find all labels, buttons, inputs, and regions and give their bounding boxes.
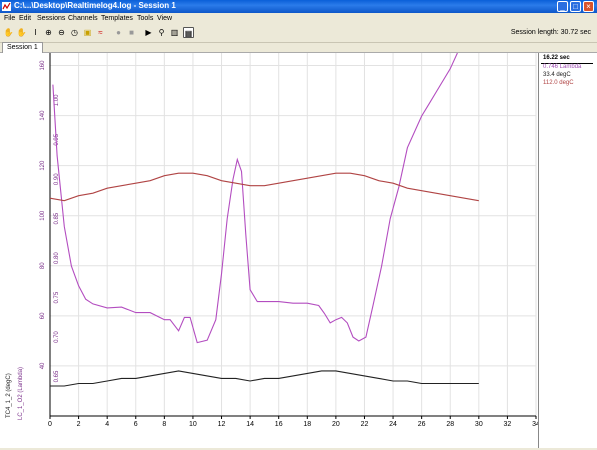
menu-bar: File Edit Sessions Channels Templates To…	[0, 13, 597, 24]
title-bar: C:\...\Desktop\Realtimelog4.log - Sessio…	[0, 0, 597, 13]
channel-label-lambda: LC_1_O2 (Lambda)	[18, 367, 24, 420]
note-icon[interactable]: ▣	[82, 27, 93, 38]
binoculars-icon[interactable]: ⚲	[156, 27, 167, 38]
stop-icon: ■	[129, 28, 134, 37]
hand-icon[interactable]: ✋	[3, 27, 14, 38]
x-tick-label: 4	[105, 421, 109, 428]
maximize-button[interactable]: □	[570, 1, 581, 12]
channel-label-temp: TC4_1_2 (degC)	[6, 373, 12, 418]
window-title: C:\...\Desktop\Realtimelog4.log - Sessio…	[14, 1, 176, 10]
bar-chart-icon[interactable]: ▥	[169, 27, 180, 38]
x-tick-label: 32	[504, 421, 512, 428]
x-tick-label: 14	[246, 421, 254, 428]
x-tick-label: 8	[162, 421, 166, 428]
toolbar: ✋ ✋ I ⊕ ⊖ ◷ ▣ ≈ ● ■ ▶ ⚲ ▥ ▦ Session leng…	[0, 24, 597, 43]
clock-icon[interactable]: ◷	[69, 27, 80, 38]
close-button[interactable]: ×	[583, 1, 594, 12]
right-tick-label: 0.80	[54, 252, 60, 264]
legend-time: 16.22 sec	[543, 55, 570, 61]
x-tick-label: 26	[418, 421, 426, 428]
menu-edit[interactable]: Edit	[19, 15, 31, 22]
zoom-in-icon[interactable]: ⊕	[43, 27, 54, 38]
right-tick-label: 1.00	[54, 94, 60, 106]
series-line-3	[50, 370, 479, 387]
grid-icon[interactable]: ▦	[183, 27, 194, 38]
value-legend: 16.22 sec 0.746 Lambda 33.4 degC 112.0 d…	[538, 53, 597, 448]
left-tick-label: 60	[40, 312, 46, 319]
x-tick-label: 30	[475, 421, 483, 428]
left-tick-label: 40	[40, 362, 46, 369]
session-tabs: Session 1	[0, 42, 597, 53]
legend-value-2: 33.4 degC	[543, 72, 571, 78]
record-icon: ●	[116, 28, 121, 37]
x-tick-label: 0	[48, 421, 52, 428]
cursor-icon[interactable]: I	[30, 27, 41, 38]
tab-session-1[interactable]: Session 1	[2, 42, 43, 53]
menu-channels[interactable]: Channels	[68, 15, 98, 22]
zoom-out-icon[interactable]: ⊖	[56, 27, 67, 38]
right-tick-label: 0.75	[54, 291, 60, 303]
left-tick-label: 80	[40, 262, 46, 269]
left-tick-label: 100	[40, 210, 46, 221]
right-tick-label: 0.95	[54, 133, 60, 145]
session-length: Session length: 30.72 sec	[510, 29, 591, 36]
series-line-2	[49, 172, 479, 202]
left-tick-label: 160	[40, 60, 46, 71]
menu-sessions[interactable]: Sessions	[37, 15, 65, 22]
menu-tools[interactable]: Tools	[137, 15, 153, 22]
x-tick-label: 16	[275, 421, 283, 428]
x-tick-label: 18	[303, 421, 311, 428]
legend-value-3: 112.0 degC	[543, 80, 574, 86]
menu-file[interactable]: File	[4, 15, 15, 22]
app-icon	[2, 2, 11, 11]
right-tick-label: 0.85	[54, 212, 60, 224]
x-tick-label: 28	[446, 421, 454, 428]
series-line-1	[52, 52, 458, 344]
chart-svg[interactable]: 0 2 4 6 8 10 12 14 16 18 20 22 24 26 28 30 32 34160140120…	[0, 52, 540, 448]
x-tick-label: 10	[189, 421, 197, 428]
menu-templates[interactable]: Templates	[101, 15, 133, 22]
wave-icon[interactable]: ≈	[95, 27, 106, 38]
x-tick-label: 2	[77, 421, 81, 428]
x-tick-label: 6	[134, 421, 138, 428]
left-tick-label: 140	[40, 110, 46, 121]
x-tick-label: 12	[218, 421, 226, 428]
right-tick-label: 0.65	[54, 370, 60, 382]
menu-view[interactable]: View	[157, 15, 172, 22]
right-tick-label: 0.70	[54, 331, 60, 343]
legend-value-1: 0.746 Lambda	[543, 64, 582, 70]
chart-area[interactable]: 0 2 4 6 8 10 12 14 16 18 20 22 24 26 28 30 32 34 160 140 120…	[0, 52, 597, 448]
x-tick-label: 24	[389, 421, 397, 428]
minimize-button[interactable]: _	[557, 1, 568, 12]
left-tick-label: 120	[40, 160, 46, 171]
x-tick-label: 22	[361, 421, 369, 428]
hand-disabled-icon: ✋	[16, 28, 27, 37]
x-tick-label: 20	[332, 421, 340, 428]
play-icon[interactable]: ▶	[143, 27, 154, 38]
